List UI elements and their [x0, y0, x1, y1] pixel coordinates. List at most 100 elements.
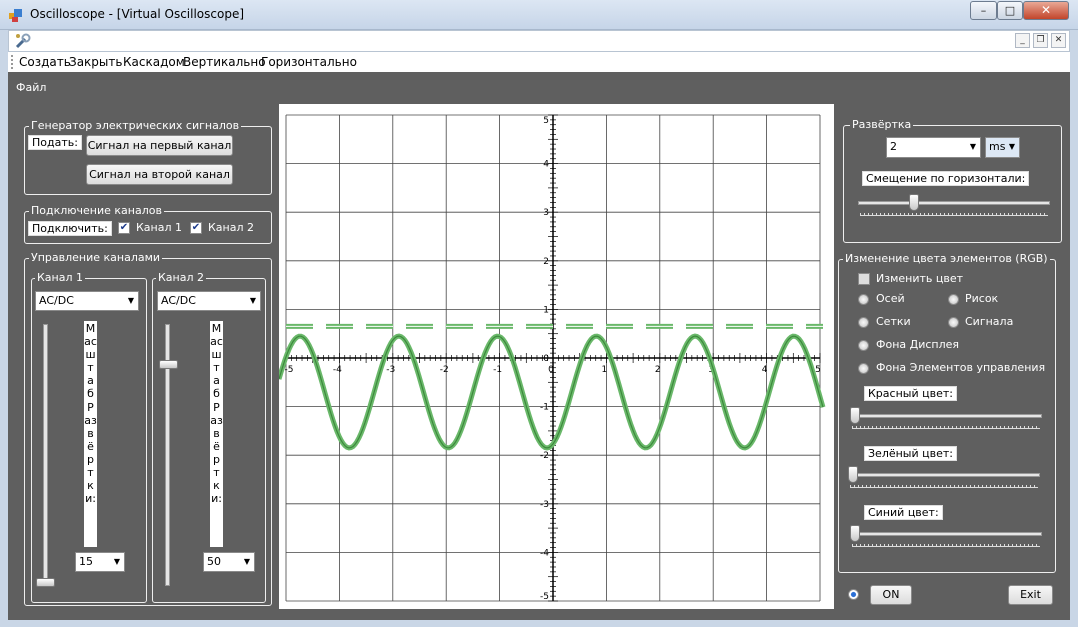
menu-create[interactable]: Создать: [19, 55, 71, 69]
menu-vertical[interactable]: Вертикально: [183, 55, 266, 69]
signal-channel2-button[interactable]: Сигнал на второй канал: [86, 164, 233, 185]
axes-radio-label: Осей: [876, 292, 905, 305]
y-tick-label: 2: [543, 257, 549, 267]
y-tick-label: 3: [543, 208, 549, 218]
channel2-mode-select[interactable]: AC/DC ▼: [157, 291, 261, 311]
change-color-checkbox[interactable]: [858, 273, 870, 285]
channel1-mode-value: AC/DC: [39, 294, 74, 307]
mdi-child-bar: [8, 30, 1070, 52]
x-tick-label: -2: [440, 365, 449, 375]
mdi-restore-button[interactable]: ❐: [1033, 33, 1048, 48]
red-color-slider[interactable]: [850, 405, 1042, 435]
x-tick-label: 2: [655, 365, 661, 375]
grid-radio-label: Сетки: [876, 315, 911, 328]
connect-label: Подключить:: [28, 221, 112, 236]
y-tick-label: -3: [540, 500, 549, 510]
slider-ticks: [852, 544, 1040, 547]
y-tick-label: -4: [540, 548, 549, 558]
channel1-scale-value: 15: [79, 555, 93, 568]
window-title: Oscilloscope - [Virtual Oscilloscope]: [30, 7, 245, 21]
slider-track: [858, 201, 1050, 205]
drawing-radio[interactable]: [948, 294, 959, 305]
change-color-label: Изменить цвет: [876, 272, 964, 285]
channels-title: Управление каналами: [29, 251, 163, 264]
app-icon: [9, 9, 22, 22]
menu-cascade[interactable]: Каскадом: [123, 55, 185, 69]
chevron-down-icon: ▼: [243, 557, 250, 566]
axes-radio[interactable]: [858, 294, 869, 305]
x-tick-label: 0: [548, 365, 554, 375]
file-menu[interactable]: Файл: [16, 81, 46, 94]
x-tick-label: -5: [285, 365, 294, 375]
slider-track: [848, 473, 1040, 477]
menu-bar: Создать Закрыть Каскадом Вертикально Гор…: [8, 52, 1070, 72]
channel1-mode-select[interactable]: AC/DC ▼: [35, 291, 139, 311]
drawing-radio-label: Рисок: [965, 292, 999, 305]
x-tick-label: -1: [493, 365, 502, 375]
slider-track: [850, 414, 1042, 418]
channel1-check-label: Канал 1: [136, 221, 183, 234]
y-tick-label: -1: [540, 403, 549, 413]
slider-ticks: [860, 213, 1048, 216]
exit-button[interactable]: Exit: [1008, 585, 1053, 605]
blue-color-slider[interactable]: [850, 523, 1042, 553]
display-bg-radio-label: Фона Дисплея: [876, 338, 960, 351]
controls-bg-radio[interactable]: [858, 363, 869, 374]
x-tick-label: -4: [333, 365, 342, 375]
slider-ticks: [850, 485, 1038, 488]
green-color-label: Зелёный цвет:: [864, 446, 957, 461]
menu-close[interactable]: Закрыть: [69, 55, 122, 69]
close-button[interactable]: ✕: [1023, 1, 1069, 20]
chevron-down-icon: ▼: [113, 557, 120, 566]
x-tick-label: 1: [602, 365, 608, 375]
power-radio[interactable]: [848, 589, 859, 600]
slider-thumb[interactable]: [850, 525, 860, 542]
x-tick-label: 5: [815, 365, 821, 375]
channel1-scale-label: Масштаб Развёртки:: [84, 321, 97, 547]
signal-channel1-button[interactable]: Сигнал на первый канал: [86, 135, 233, 156]
slider-thumb[interactable]: [908, 194, 919, 211]
y-tick-label: 1: [543, 305, 549, 315]
signal-radio[interactable]: [948, 317, 959, 328]
horizontal-offset-slider[interactable]: [858, 192, 1050, 222]
y-tick-label: 5: [543, 116, 549, 126]
blue-color-label: Синий цвет:: [864, 505, 943, 520]
sweep-unit-select[interactable]: ms ▼: [985, 137, 1020, 158]
sweep-value-select[interactable]: 2 ▼: [886, 137, 981, 158]
axes: [285, 114, 821, 602]
channel1-checkbox[interactable]: ✔: [118, 222, 130, 234]
mdi-minimize-button[interactable]: _: [1015, 33, 1030, 48]
x-tick-label: 4: [762, 365, 768, 375]
menu-grip: [11, 55, 13, 69]
chevron-down-icon: ▼: [127, 296, 134, 305]
sweep-unit: ms: [989, 140, 1006, 153]
slider-thumb[interactable]: [850, 407, 860, 424]
channel2-scale-value: 50: [207, 555, 221, 568]
y-tick-label: -2: [540, 451, 549, 461]
grid-radio[interactable]: [858, 317, 869, 328]
menu-horizontal[interactable]: Горизонтально: [261, 55, 357, 69]
channel2-checkbox[interactable]: ✔: [190, 222, 202, 234]
channel2-slider-thumb[interactable]: [159, 359, 178, 369]
green-color-slider[interactable]: [848, 464, 1040, 494]
y-tick-label: 4: [543, 160, 549, 170]
channel2-check-label: Канал 2: [208, 221, 255, 234]
channel1-scale-select[interactable]: 15 ▼: [75, 552, 125, 572]
on-button[interactable]: ON: [870, 585, 912, 605]
display-bg-radio[interactable]: [858, 340, 869, 351]
red-color-label: Красный цвет:: [864, 386, 957, 401]
horizontal-offset-label: Смещение по горизонтали:: [862, 171, 1030, 186]
minimize-button[interactable]: –: [970, 1, 997, 20]
sweep-title: Развёртка: [850, 118, 914, 131]
y-tick-label: -5: [540, 592, 549, 602]
maximize-button[interactable]: □: [997, 1, 1023, 20]
colors-title: Изменение цвета элементов (RGB): [843, 252, 1050, 265]
channel1-slider-thumb[interactable]: [36, 578, 55, 587]
channel1-title: Канал 1: [35, 271, 86, 284]
connection-title: Подключение каналов: [29, 204, 164, 217]
mdi-close-button[interactable]: ✕: [1051, 33, 1066, 48]
channel2-scale-select[interactable]: 50 ▼: [203, 552, 255, 572]
slider-thumb[interactable]: [848, 466, 858, 483]
channel1-scale-slider[interactable]: [43, 324, 48, 586]
channel2-title: Канал 2: [156, 271, 207, 284]
